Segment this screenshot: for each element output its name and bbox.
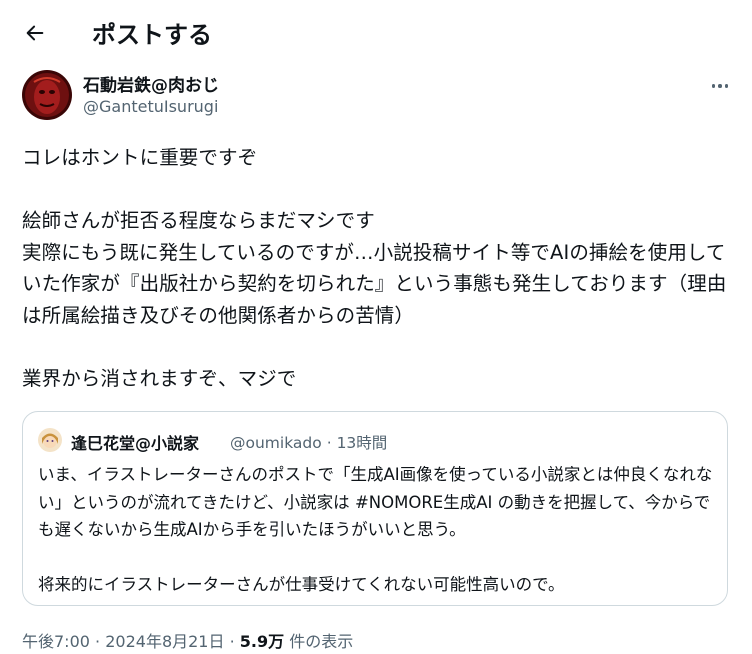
view-count: 5.9万 — [239, 632, 285, 651]
post-time[interactable]: 午後7:00 — [22, 632, 90, 651]
post-date[interactable]: 2024年8月21日 — [105, 632, 224, 651]
hashtag-link[interactable]: #NOMORE生成AI — [355, 493, 492, 512]
separator: · — [326, 434, 332, 452]
quote-author-meta: @oumikado · 13時間 — [230, 431, 387, 453]
more-horizontal-icon — [711, 84, 716, 88]
quote-timestamp[interactable]: 13時間 — [337, 434, 388, 452]
avatar[interactable] — [22, 70, 72, 120]
post-author: 石動岩鉄@肉おじ @GantetuIsurugi — [22, 70, 732, 122]
separator: · — [95, 632, 101, 651]
quote-avatar[interactable] — [38, 428, 62, 452]
page-title: ポストする — [92, 21, 212, 49]
author-name[interactable]: 石動岩鉄@肉おじ — [83, 71, 219, 96]
arrow-left-icon — [26, 25, 44, 41]
view-count-label: 件の表示 — [289, 632, 354, 651]
header: ポストする — [0, 0, 752, 64]
quote-author-name[interactable]: 逢巳花堂@小説家 — [71, 430, 199, 454]
more-button[interactable] — [708, 76, 732, 96]
author-handle[interactable]: @GantetuIsurugi — [83, 97, 218, 116]
back-button[interactable] — [20, 18, 50, 48]
quote-author-handle[interactable]: @oumikado — [230, 434, 322, 452]
quoted-post[interactable]: 逢巳花堂@小説家 @oumikado · 13時間 いま、イラストレーターさんの… — [22, 411, 728, 606]
separator: · — [229, 632, 235, 651]
quote-text: いま、イラストレーターさんのポストで「生成AI画像を使っている小説家とは仲良くな… — [38, 461, 718, 599]
post-meta: 午後7:00 · 2024年8月21日 · 5.9万 件の表示 — [22, 628, 353, 652]
post-text: コレはホントに重要ですぞ 絵師さんが拒否る程度ならまだマシです 実際にもう既に発… — [22, 146, 727, 390]
